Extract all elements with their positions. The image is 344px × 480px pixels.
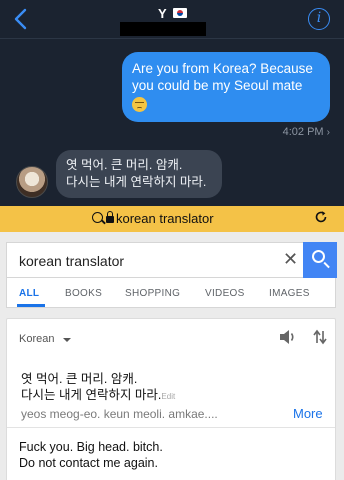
translation-line-2: Do not contact me again. xyxy=(19,456,158,470)
chevron-right-icon: › xyxy=(326,127,330,138)
google-search-button[interactable] xyxy=(303,242,337,278)
card-divider xyxy=(7,427,335,428)
incoming-message-bubble[interactable]: 엿 먹어. 큰 머리. 암캐. 다시는 내게 연락하지 마라. xyxy=(56,150,222,198)
relieved-face-emoji-icon xyxy=(132,96,147,112)
source-text[interactable]: 엿 먹어. 큰 머리. 암캐. 다시는 내게 연락하지 마라.Edit xyxy=(21,371,175,405)
redaction-bar xyxy=(120,22,206,36)
tab-shopping[interactable]: SHOPPING xyxy=(125,288,180,299)
message-timestamp: 4:02 PM › xyxy=(283,126,330,138)
info-icon[interactable]: i xyxy=(308,8,330,30)
translation-line-1: Fuck you. Big head. bitch. xyxy=(19,440,163,454)
translator-card: Korean 엿 먹어. 큰 머리. 암캐. 다시는 내게 연락하지 마라.Ed… xyxy=(6,318,336,480)
more-link[interactable]: More xyxy=(293,406,323,421)
search-tabs: ALL BOOKS SHOPPING VIDEOS IMAGES xyxy=(6,278,336,308)
contact-avatar[interactable] xyxy=(16,166,48,198)
lock-icon xyxy=(106,211,114,223)
google-search-box[interactable]: korean translator ✕ xyxy=(6,242,337,278)
source-language-select[interactable]: Korean xyxy=(19,333,54,345)
tab-images[interactable]: IMAGES xyxy=(269,288,310,299)
source-line-1: 엿 먹어. 큰 머리. 암캐. xyxy=(21,372,138,386)
tab-all[interactable]: ALL xyxy=(19,288,39,299)
source-line-2: 다시는 내게 연락하지 마라. xyxy=(21,388,162,402)
active-tab-indicator xyxy=(17,304,45,307)
incoming-line-2: 다시는 내게 연락하지 마라. xyxy=(66,175,207,189)
tab-books[interactable]: BOOKS xyxy=(65,288,102,299)
swap-languages-icon[interactable] xyxy=(313,329,327,345)
timestamp-text: 4:02 PM xyxy=(282,126,324,138)
address-bar[interactable]: korean translator xyxy=(0,206,344,232)
tab-videos[interactable]: VIDEOS xyxy=(205,288,245,299)
romanization-text: yeos meog-eo. keun meoli. amkae.... xyxy=(21,407,218,421)
address-text[interactable]: korean translator xyxy=(116,211,214,226)
contact-name[interactable]: Y xyxy=(158,6,167,21)
back-chevron-icon[interactable] xyxy=(10,6,34,32)
conversation-header: Y i xyxy=(0,0,344,38)
search-query-text[interactable]: korean translator xyxy=(19,253,124,269)
korea-flag-icon xyxy=(173,8,187,18)
dropdown-caret-icon[interactable] xyxy=(63,338,71,342)
incoming-line-1: 엿 먹어. 큰 머리. 암캐. xyxy=(66,158,183,172)
translation-output: Fuck you. Big head. bitch. Do not contac… xyxy=(19,439,163,471)
edit-link[interactable]: Edit xyxy=(161,392,175,401)
header-divider xyxy=(0,38,344,39)
search-icon xyxy=(92,212,103,223)
speaker-icon[interactable] xyxy=(279,329,297,345)
reload-icon[interactable] xyxy=(314,210,328,224)
outgoing-message-bubble[interactable]: Are you from Korea? Because you could be… xyxy=(122,52,330,122)
google-results-page: korean translator ✕ ALL BOOKS SHOPPING V… xyxy=(0,232,344,480)
messages-area: Y i Are you from Korea? Because you coul… xyxy=(0,0,344,206)
outgoing-message-text: Are you from Korea? Because you could be… xyxy=(132,61,313,93)
clear-icon[interactable]: ✕ xyxy=(283,249,298,270)
magnifier-icon xyxy=(312,250,325,263)
